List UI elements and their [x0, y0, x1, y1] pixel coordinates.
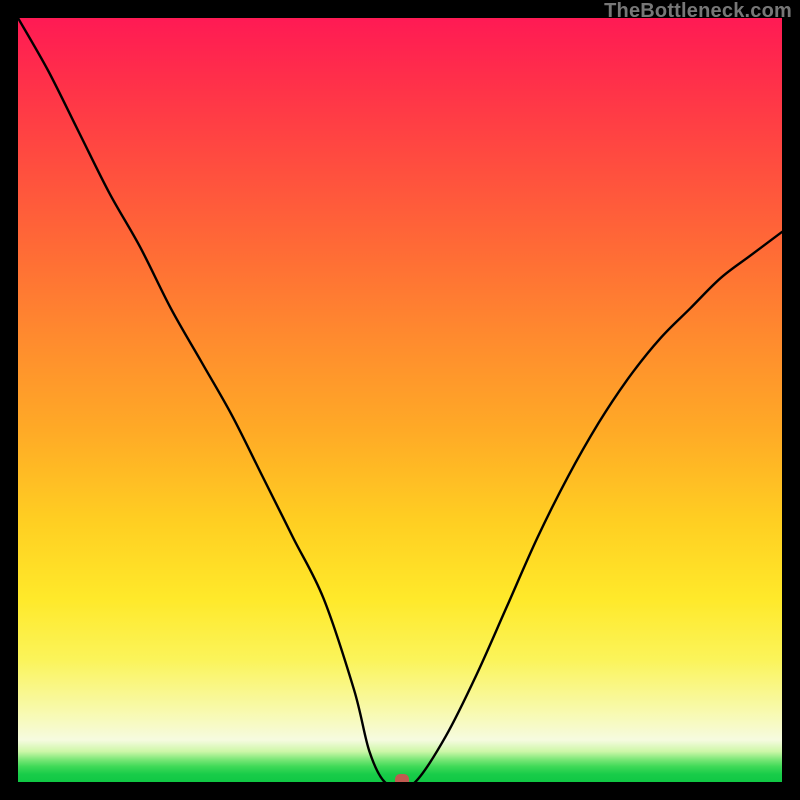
- minimum-marker: [395, 774, 409, 782]
- bottleneck-curve: [18, 18, 782, 782]
- watermark-text: TheBottleneck.com: [604, 0, 792, 23]
- chart-stage: TheBottleneck.com: [0, 0, 800, 800]
- plot-area: [18, 18, 782, 782]
